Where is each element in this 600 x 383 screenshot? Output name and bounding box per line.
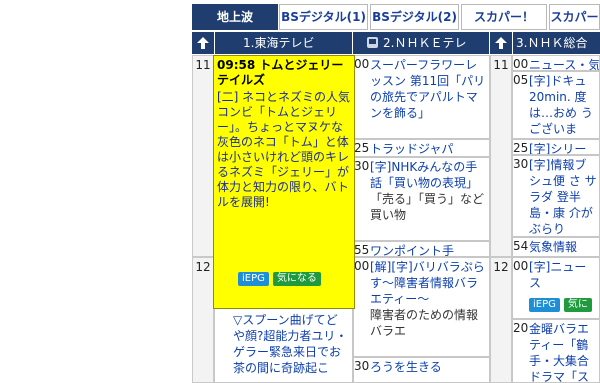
program-cell[interactable]: 25 トラッドジャパ — [353, 139, 490, 157]
program-title: [字]シリー — [529, 142, 587, 155]
program-minute: 00 — [354, 259, 370, 273]
hour-label: 11 — [490, 55, 512, 257]
program-title: [字]ニュース iEPG 気に — [529, 259, 597, 312]
program-title: 気象情報 — [529, 240, 578, 254]
hour-label: 12 — [192, 257, 214, 383]
tab-bs-digital-1[interactable]: BSデジタル(1) — [279, 4, 368, 30]
program-description: 障害者のための情報バラエ — [370, 308, 479, 338]
program-detail-popup[interactable]: 09:58 トムとジェリー テイルズ [二] ネコとネズミの人気コンビ「トムとジ… — [213, 55, 355, 309]
program-cell[interactable]: 00 ニュース・気 — [512, 55, 600, 71]
program-title: ニュース・気 — [529, 58, 600, 71]
tab-skyperfect-1[interactable]: スカパー！ — [461, 4, 547, 30]
program-title: トラッドジャパ — [370, 142, 454, 156]
arrow-up-icon — [495, 37, 507, 49]
program-cell[interactable]: 55 ワンポイント手 — [353, 241, 490, 257]
program-minute: 54 — [513, 239, 529, 253]
program-minute: 30 — [354, 159, 370, 173]
program-cell[interactable]: 00 [字]ニュース iEPG 気に — [512, 257, 600, 319]
popup-time: 09:58 — [217, 58, 256, 72]
program-title-text: [字]ニュース — [529, 260, 587, 290]
iepg-button[interactable]: iEPG — [529, 298, 560, 312]
program-title: [字]ドキュ 20min. 度は…おめ うございま — [529, 74, 593, 136]
hour-label: 11 — [192, 55, 214, 257]
program-description: 「売る」「買う」など買い物 — [370, 192, 485, 222]
program-minute: 30 — [513, 157, 529, 171]
channel-name: 1.東海テレビ — [243, 36, 315, 50]
program-cell[interactable]: 30 [字]NHKみんなの手話「買い物の表現」 「売る」「買う」など買い物 — [353, 157, 490, 241]
popup-description: [二] ネコとネズミの人気コンビ「トムとジェリー」。ちょっとマヌケな灰色のネコ「… — [217, 90, 350, 209]
program-title: [字]情報ブ シュ便 さ サラダ 登半島・康 介がぶらり — [529, 158, 597, 236]
tv-icon — [367, 37, 378, 48]
program-guide: 地上波 BSデジタル(1) BSデジタル(2) スカパー！ スカパー 1.東海テ… — [0, 0, 600, 383]
popup-title: 09:58 トムとジェリー テイルズ — [217, 58, 351, 88]
program-title-text: [解][字]バリバラぷらす〜障害者情報バラエティー〜 — [370, 260, 485, 306]
iepg-button[interactable]: iEPG — [238, 272, 269, 286]
program-title: 金曜バラエ ティー「鶴 手・大集合 ドラマ「ス — [529, 322, 590, 383]
program-title-text: [字]NHKみんなの手話「買い物の表現」 — [370, 160, 479, 190]
program-minute: 55 — [354, 243, 370, 257]
hour-label: 12 — [490, 257, 512, 383]
program-title: ろうを生きる — [370, 360, 442, 374]
program-minute: 05 — [513, 73, 529, 87]
scroll-up-header[interactable] — [192, 32, 214, 54]
program-cell[interactable]: 30 ろうを生きる — [353, 357, 490, 383]
favorite-button[interactable]: 気になる — [272, 272, 321, 286]
channel-header-1[interactable]: 1.東海テレビ — [215, 32, 352, 54]
program-cell[interactable]: 05 [字]ドキュ 20min. 度は…おめ うございま — [512, 71, 600, 139]
channel-name: 2.ＮＨＫＥテレ — [383, 36, 467, 50]
program-minute: 00 — [513, 259, 529, 273]
program-minute: 00 — [513, 57, 529, 71]
program-minute: 20 — [513, 321, 529, 335]
program-cell[interactable]: 54 気象情報 — [512, 237, 600, 257]
program-title: スーパーフラワーレッスン 第11回「パリの旅先でアパルトマンを飾る」 — [370, 58, 486, 120]
channel-header-3[interactable]: 3.ＮＨＫ総合 — [513, 32, 600, 54]
program-minute: 25 — [354, 141, 370, 155]
program-minute: 30 — [354, 359, 370, 373]
tab-skyperfect-2[interactable]: スカパー — [549, 4, 600, 30]
program-title: ワンポイント手 — [370, 244, 455, 257]
scroll-up-header[interactable] — [490, 32, 512, 54]
program-minute: 00 — [354, 57, 370, 71]
program-title: [解][字]バリバラぷらす〜障害者情報バラエティー〜 障害者のための情報バラエ — [370, 259, 487, 339]
program-cell[interactable]: 00 [解][字]バリバラぷらす〜障害者情報バラエティー〜 障害者のための情報バ… — [353, 257, 490, 357]
channel-name: 3.ＮＨＫ総合 — [516, 36, 588, 50]
channel-header-2[interactable]: 2.ＮＨＫＥテレ — [353, 32, 489, 54]
program-cell[interactable]: 25 [字]シリー — [512, 139, 600, 155]
tab-bs-digital-2[interactable]: BSデジタル(2) — [370, 4, 459, 30]
program-cell[interactable]: 00 スーパーフラワーレッスン 第11回「パリの旅先でアパルトマンを飾る」 — [353, 55, 490, 139]
program-title: [字]NHKみんなの手話「買い物の表現」 「売る」「買う」など買い物 — [370, 159, 487, 223]
tab-terrestrial[interactable]: 地上波 — [192, 4, 278, 30]
arrow-up-icon — [197, 37, 209, 49]
favorite-button[interactable]: 気に — [563, 298, 592, 312]
program-cell[interactable]: 20 金曜バラエ ティー「鶴 手・大集合 ドラマ「ス — [512, 319, 600, 383]
program-title: ▽スプーン曲げてど や顔?超能力者ユリ・ゲラー緊急来日でお茶の間に奇跡起こ — [233, 313, 348, 375]
program-cell[interactable]: 30 [字]情報ブ シュ便 さ サラダ 登半島・康 介がぶらり — [512, 155, 600, 237]
program-minute: 25 — [513, 141, 529, 155]
popup-actions: iEPG 気になる — [238, 270, 325, 286]
